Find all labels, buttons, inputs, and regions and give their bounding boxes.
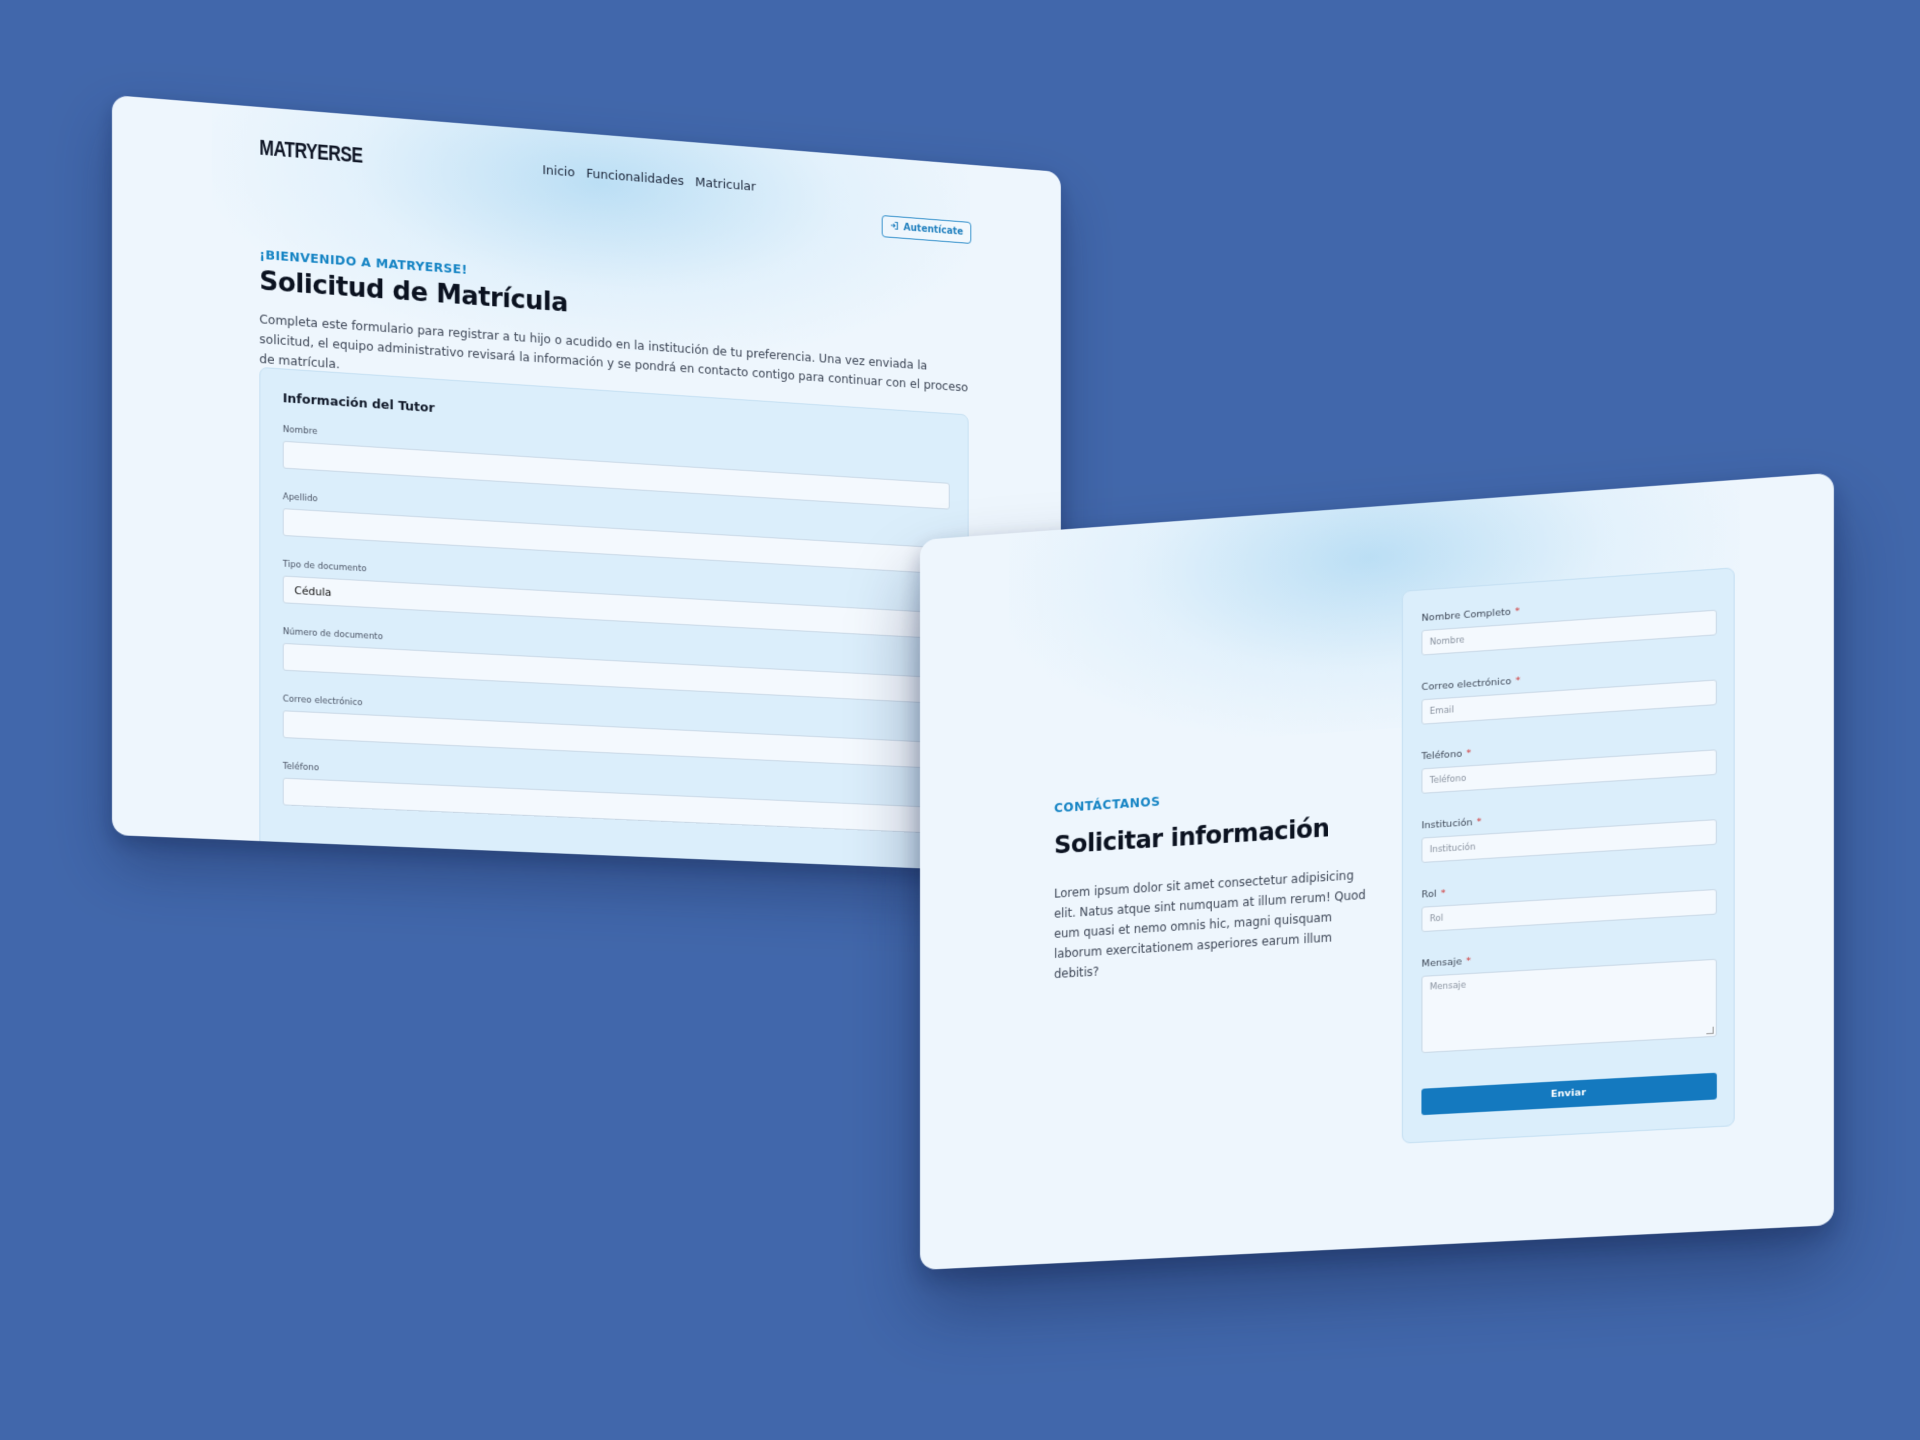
field-tipo-documento: Tipo de documento Cédula — [283, 560, 950, 640]
contact-title: Solicitar información — [1054, 814, 1329, 860]
login-icon — [890, 220, 899, 233]
nav-link-funcionalidades[interactable]: Funcionalidades — [586, 167, 684, 189]
nav-link-matricular[interactable]: Matricular — [695, 175, 756, 194]
login-label: Autentícate — [903, 222, 963, 237]
field-telefono: Teléfono * Teléfono — [1421, 732, 1716, 794]
contact-description: Lorem ipsum dolor sit amet consectetur a… — [1054, 864, 1379, 985]
main-nav: Inicio Funcionalidades Matricular — [542, 163, 755, 194]
field-nombre-completo: Nombre Completo * Nombre — [1421, 592, 1716, 655]
field-apellido: Apellido — [283, 492, 950, 574]
contact-screen: CONTÁCTANOS Solicitar información Lorem … — [920, 473, 1834, 1270]
field-rol: Rol * Rol — [1421, 871, 1716, 932]
field-correo: Correo electrónico — [283, 694, 950, 769]
contact-eyebrow: CONTÁCTANOS — [1054, 794, 1160, 815]
logo[interactable]: MATRYERSE — [259, 135, 362, 169]
field-telefono: Teléfono — [283, 762, 950, 834]
site-header: MATRYERSE Inicio Funcionalidades Matricu… — [112, 95, 1061, 257]
login-button[interactable]: Autentícate — [882, 215, 972, 244]
contact-form: Nombre Completo * Nombre Correo electróni… — [1402, 567, 1735, 1143]
tutor-section-title: Información del Tutor — [283, 391, 435, 416]
mensaje-textarea[interactable]: Mensaje — [1421, 959, 1716, 1053]
tutor-info-card: Información del Tutor Nombre Apellido Ti… — [259, 367, 968, 874]
nav-link-inicio[interactable]: Inicio — [542, 163, 574, 180]
field-mensaje: Mensaje * Mensaje — [1421, 941, 1716, 1053]
field-institucion: Institución * Institución — [1421, 802, 1716, 863]
field-correo: Correo electrónico * Email — [1421, 662, 1716, 725]
enrollment-screen: MATRYERSE Inicio Funcionalidades Matricu… — [112, 95, 1061, 874]
field-nombre: Nombre — [283, 425, 950, 510]
field-numero-documento: Número de documento — [283, 627, 950, 704]
submit-button[interactable]: Enviar — [1421, 1073, 1716, 1115]
